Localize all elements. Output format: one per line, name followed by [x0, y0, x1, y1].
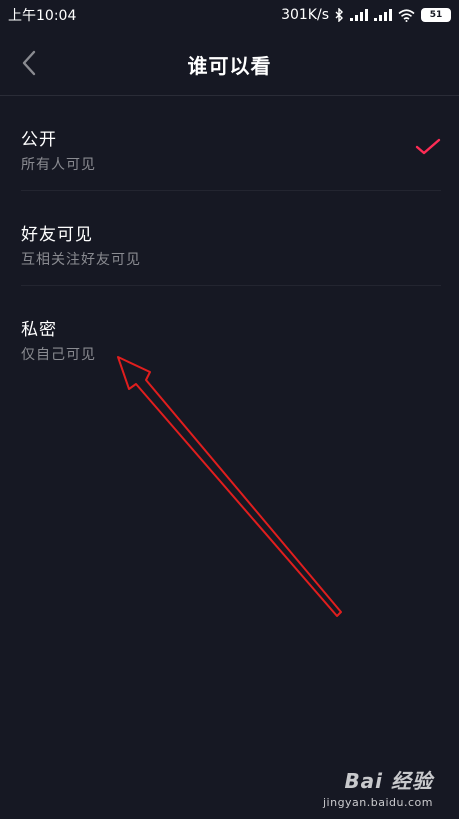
- network-speed: 301K/s: [281, 7, 329, 23]
- option-subtitle: 仅自己可见: [21, 347, 96, 363]
- option-friends[interactable]: 好友可见 互相关注好友可见: [21, 191, 441, 286]
- wifi-icon: [398, 8, 415, 22]
- status-bar: 上午10:04 301K/s 51: [0, 0, 459, 30]
- option-private[interactable]: 私密 仅自己可见: [21, 286, 441, 380]
- option-title: 公开: [21, 130, 57, 150]
- option-public[interactable]: 公开 所有人可见: [21, 96, 441, 191]
- checkmark-icon: [415, 138, 441, 160]
- watermark-url: jingyan.baidu.com: [322, 796, 433, 809]
- visibility-option-list: 公开 所有人可见 好友可见 互相关注好友可见 私密 仅自己可见: [21, 96, 441, 380]
- nav-bar: 谁可以看: [0, 30, 459, 96]
- option-subtitle: 所有人可见: [21, 157, 96, 173]
- signal-icon: [350, 9, 368, 21]
- bluetooth-icon: [335, 8, 344, 22]
- battery-indicator: 51: [421, 8, 451, 22]
- baidu-logo: Bai 经验: [344, 769, 433, 793]
- option-title: 私密: [21, 320, 57, 340]
- status-indicators: 301K/s 51: [281, 7, 451, 23]
- status-time: 上午10:04: [8, 8, 77, 24]
- baidu-watermark: Bai 经验 jingyan.baidu.com: [323, 765, 433, 809]
- option-title: 好友可见: [21, 225, 93, 245]
- signal-icon: [374, 9, 392, 21]
- option-subtitle: 互相关注好友可见: [21, 252, 141, 268]
- page-title: 谁可以看: [187, 54, 272, 78]
